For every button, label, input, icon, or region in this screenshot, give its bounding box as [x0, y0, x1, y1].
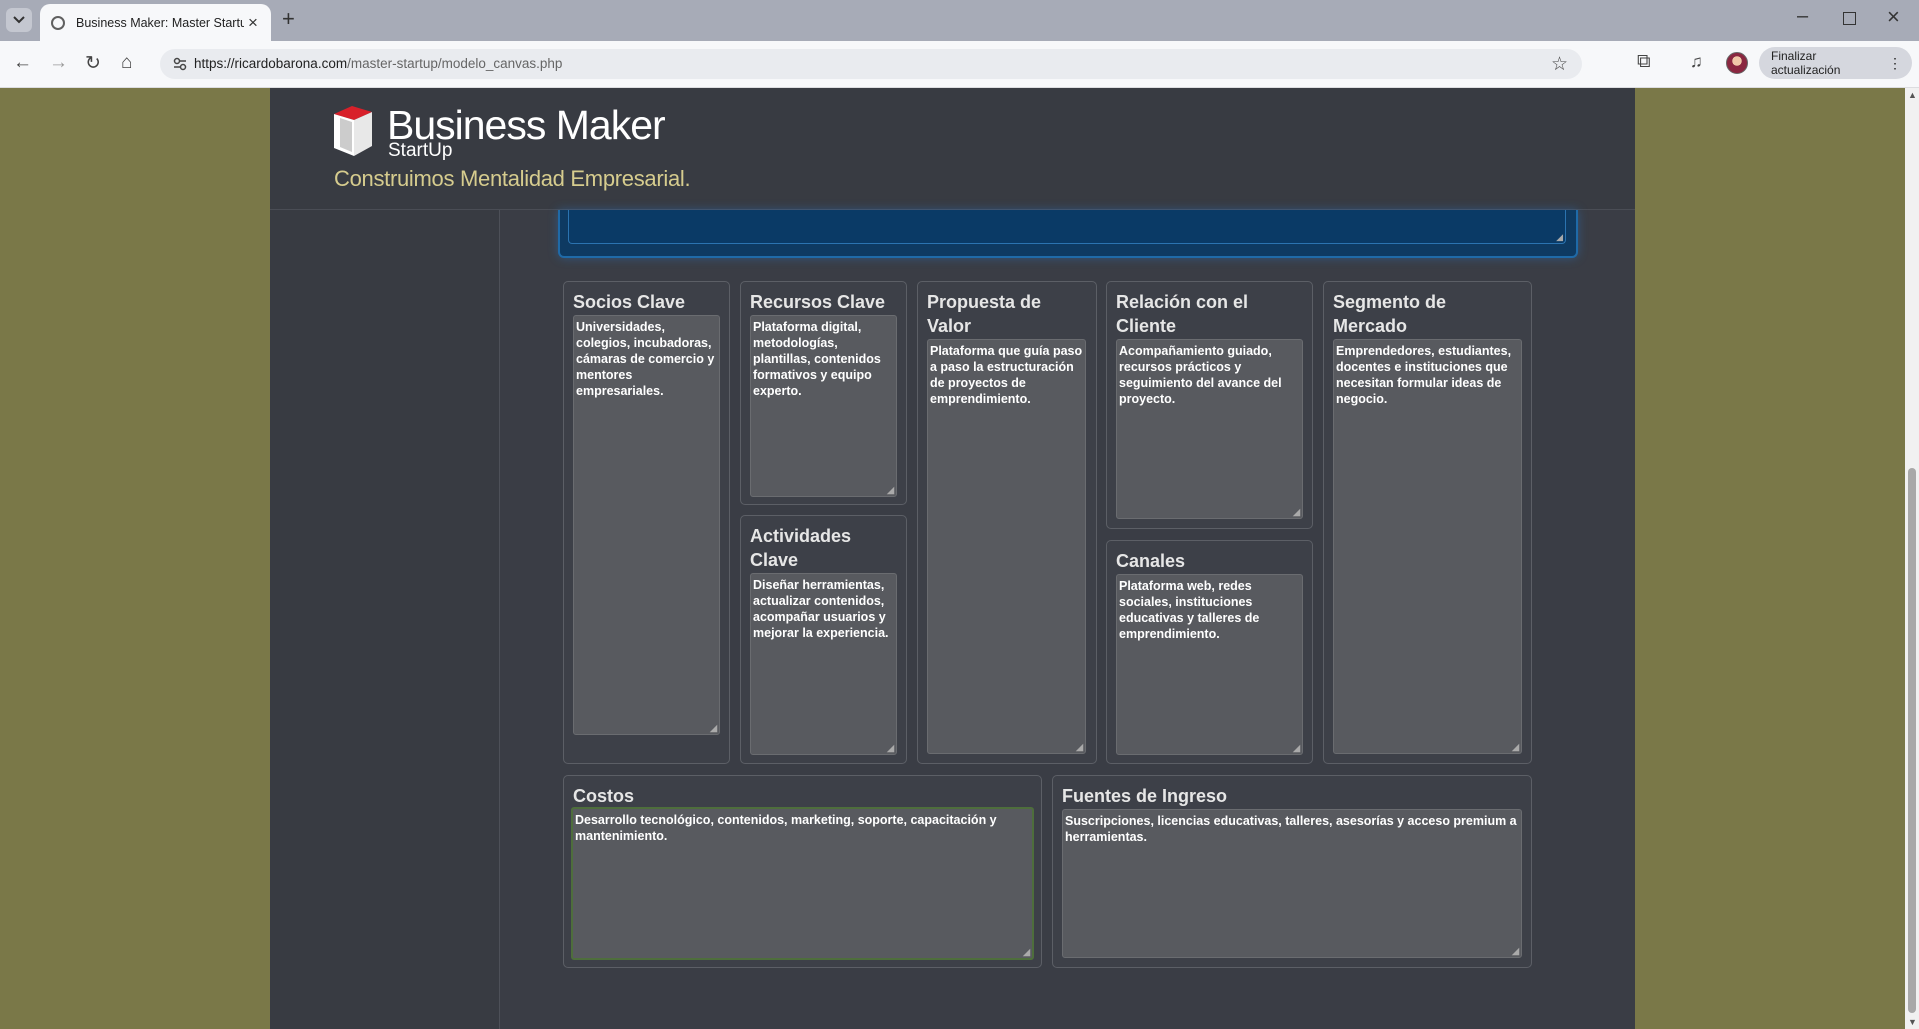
site-header: Business Maker StartUp Construimos Menta… [270, 88, 1635, 210]
reload-icon[interactable]: ↻ [85, 52, 101, 75]
resize-handle-icon[interactable]: ◢ [710, 724, 717, 733]
browser-tab-bar: Business Maker: Master Startup × + – × [0, 0, 1919, 41]
card-title: Actividades Clave [750, 526, 852, 570]
card-costos: Costos Desarrollo tecnológico, contenido… [563, 775, 1042, 968]
costos-textarea[interactable]: Desarrollo tecnológico, contenidos, mark… [571, 807, 1034, 960]
resize-handle-icon[interactable]: ◢ [1293, 508, 1300, 517]
card-title: Propuesta de Valor [927, 292, 1042, 336]
scroll-up-icon[interactable]: ▲ [1908, 90, 1917, 100]
page-viewport: Business Maker StartUp Construimos Menta… [0, 88, 1905, 1029]
url-text: https://ricardobarona.com/master-startup… [194, 56, 563, 71]
logo-icon [334, 106, 372, 156]
scrollbar-thumb[interactable] [1908, 468, 1916, 1013]
home-icon[interactable]: ⌂ [121, 52, 132, 74]
card-text: Suscripciones, licencias educativas, tal… [1065, 814, 1517, 844]
card-text: Emprendedores, estudiantes, docentes e i… [1336, 344, 1512, 406]
card-relacion-con-el-cliente: Relación con el Cliente Acompañamiento g… [1106, 281, 1313, 529]
card-text: Plataforma web, redes sociales, instituc… [1119, 579, 1260, 641]
browser-toolbar: ← → ↻ ⌂ https://ricardobarona.com/master… [0, 41, 1919, 88]
brand-tagline: Construimos Mentalidad Empresarial. [334, 166, 691, 191]
card-title: Segmento de Mercado [1333, 292, 1447, 336]
sidebar [270, 210, 500, 1029]
card-text: Plataforma que guía paso a paso la estru… [930, 344, 1083, 406]
actividades-clave-textarea[interactable]: Diseñar herramientas, actualizar conteni… [750, 573, 897, 755]
card-title: Costos [573, 786, 635, 806]
card-fuentes-de-ingreso: Fuentes de Ingreso Suscripciones, licenc… [1052, 775, 1532, 968]
card-text: Acompañamiento guiado, recursos práctico… [1119, 344, 1282, 406]
address-bar[interactable]: https://ricardobarona.com/master-startup… [160, 49, 1582, 79]
chevron-down-icon [13, 16, 25, 24]
tab-list-button[interactable] [6, 8, 32, 32]
card-title: Recursos Clave [750, 292, 886, 312]
profile-avatar[interactable] [1726, 52, 1748, 74]
card-canales: Canales Plataforma web, redes sociales, … [1106, 540, 1313, 764]
star-icon[interactable]: ☆ [1551, 53, 1568, 76]
forward-icon[interactable]: → [49, 52, 68, 74]
site-info-icon[interactable] [172, 56, 188, 72]
card-text: Plataforma digital, metodologías, planti… [753, 320, 881, 398]
update-button[interactable]: Finalizar actualización ⋮ [1759, 47, 1912, 79]
scroll-down-icon[interactable]: ▼ [1908, 1017, 1917, 1027]
card-title: Relación con el Cliente [1116, 292, 1249, 336]
propuesta-de-valor-textarea[interactable]: Plataforma que guía paso a paso la estru… [927, 339, 1086, 754]
browser-tab[interactable]: Business Maker: Master Startup × [40, 4, 271, 41]
card-title: Socios Clave [573, 292, 686, 312]
resize-handle-icon[interactable]: ◢ [1512, 947, 1519, 956]
canales-textarea[interactable]: Plataforma web, redes sociales, instituc… [1116, 574, 1303, 755]
minimize-icon[interactable]: – [1797, 5, 1808, 28]
window-close-icon[interactable]: × [1887, 4, 1900, 30]
page-container: Business Maker StartUp Construimos Menta… [270, 88, 1635, 1029]
card-title: Canales [1116, 551, 1186, 571]
resize-handle-icon[interactable]: ◢ [887, 486, 894, 495]
close-icon[interactable]: × [248, 13, 258, 33]
puzzle-icon[interactable]: ⧉ [1637, 51, 1651, 73]
recursos-clave-textarea[interactable]: Plataforma digital, metodologías, planti… [750, 315, 897, 497]
card-socios-clave: Socios Clave Universidades, colegios, in… [563, 281, 730, 764]
tab-title: Business Maker: Master Startup [76, 15, 244, 30]
back-icon[interactable]: ← [13, 52, 32, 74]
card-text: Desarrollo tecnológico, contenidos, mark… [575, 813, 997, 843]
card-text: Diseñar herramientas, actualizar conteni… [753, 578, 889, 640]
resize-handle-icon[interactable]: ◢ [1076, 743, 1083, 752]
fuentes-de-ingreso-textarea[interactable]: Suscripciones, licencias educativas, tal… [1062, 809, 1522, 958]
restore-icon[interactable] [1843, 12, 1856, 25]
kebab-menu-icon: ⋮ [1888, 54, 1902, 71]
resize-handle-icon[interactable]: ◢ [1556, 233, 1563, 242]
top-textarea[interactable]: ◢ [568, 210, 1566, 244]
card-segmento-de-mercado: Segmento de Mercado Emprendedores, estud… [1323, 281, 1532, 764]
brand-subtitle: StartUp [388, 140, 453, 161]
card-text: Universidades, colegios, incubadoras, cá… [576, 320, 715, 398]
card-actividades-clave: Actividades Clave Diseñar herramientas, … [740, 515, 907, 764]
socios-clave-textarea[interactable]: Universidades, colegios, incubadoras, cá… [573, 315, 720, 735]
segmento-de-mercado-textarea[interactable]: Emprendedores, estudiantes, docentes e i… [1333, 339, 1522, 754]
resize-handle-icon[interactable]: ◢ [1023, 948, 1030, 957]
resize-handle-icon[interactable]: ◢ [887, 744, 894, 753]
card-recursos-clave: Recursos Clave Plataforma digital, metod… [740, 281, 907, 505]
page-scrollbar[interactable]: ▲ ▼ [1905, 88, 1919, 1029]
globe-icon [51, 15, 65, 30]
resize-handle-icon[interactable]: ◢ [1293, 744, 1300, 753]
card-propuesta-de-valor: Propuesta de Valor Plataforma que guía p… [917, 281, 1097, 764]
relacion-con-el-cliente-textarea[interactable]: Acompañamiento guiado, recursos práctico… [1116, 339, 1303, 519]
top-textarea-container: ◢ [558, 210, 1578, 258]
media-control-icon[interactable]: ♫ [1690, 52, 1703, 72]
new-tab-button[interactable]: + [282, 6, 295, 32]
card-title: Fuentes de Ingreso [1062, 786, 1228, 806]
resize-handle-icon[interactable]: ◢ [1512, 743, 1519, 752]
